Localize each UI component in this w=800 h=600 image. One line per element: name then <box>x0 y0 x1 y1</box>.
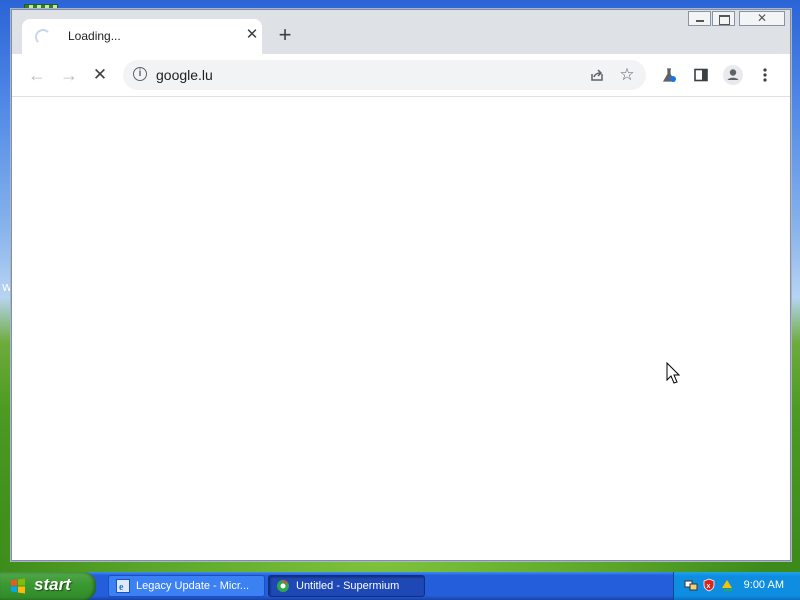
taskbar-item-supermium[interactable]: Untitled - Supermium <box>268 575 425 597</box>
start-button[interactable]: start <box>0 572 96 600</box>
security-shield-icon[interactable]: x <box>702 578 716 592</box>
minimize-button[interactable] <box>688 11 711 26</box>
tab-close-icon[interactable]: ✕ <box>244 27 260 43</box>
minimize-icon <box>689 12 710 25</box>
close-icon: ✕ <box>756 11 768 25</box>
tab-title: Loading... <box>68 29 121 43</box>
labs-flask-icon[interactable] <box>657 63 681 87</box>
menu-kebab-icon[interactable] <box>753 63 777 87</box>
close-window-button[interactable]: ✕ <box>739 11 785 26</box>
mouse-cursor-icon <box>666 361 681 389</box>
bookmark-star-icon[interactable]: ☆ <box>616 63 638 87</box>
taskbar-item-label: Legacy Update - Micr... <box>136 580 250 592</box>
side-panel-icon[interactable] <box>689 63 713 87</box>
address-url[interactable]: google.lu <box>156 67 213 83</box>
new-tab-button[interactable]: + <box>274 24 296 47</box>
share-icon[interactable] <box>586 63 608 87</box>
page-content[interactable] <box>12 97 790 560</box>
svg-text:e: e <box>119 582 124 593</box>
browser-window: Loading... ✕ + ✕ ← → ✕ i google.lu ☆ <box>11 9 791 561</box>
maximize-icon <box>713 12 734 25</box>
address-bar[interactable]: i google.lu ☆ <box>123 60 646 90</box>
profile-icon[interactable] <box>721 63 745 87</box>
svg-text:x: x <box>707 583 711 590</box>
loading-spinner-icon <box>35 29 51 45</box>
network-icon[interactable] <box>684 578 698 592</box>
maximize-button[interactable] <box>712 11 735 26</box>
windows-logo-icon <box>11 578 25 594</box>
clock[interactable]: 9:00 AM <box>744 579 784 591</box>
back-button[interactable]: ← <box>25 63 49 87</box>
taskbar-item-legacy-update[interactable]: e Legacy Update - Micr... <box>108 575 265 597</box>
site-info-icon[interactable]: i <box>133 67 147 81</box>
tab-active[interactable]: Loading... ✕ <box>22 19 262 54</box>
taskbar-item-label: Untitled - Supermium <box>296 580 400 592</box>
taskbar: start e Legacy Update - Micr... Untitled… <box>0 572 800 600</box>
forward-button[interactable]: → <box>57 63 81 87</box>
windows-update-icon[interactable] <box>720 578 734 592</box>
tab-strip: Loading... ✕ + ✕ <box>12 10 790 54</box>
start-label: start <box>34 575 71 594</box>
supermium-browser-icon <box>277 580 289 592</box>
stop-loading-button[interactable]: ✕ <box>88 63 112 87</box>
system-tray: x 9:00 AM <box>673 572 800 600</box>
internet-explorer-icon: e <box>116 579 130 593</box>
browser-toolbar: ← → ✕ i google.lu ☆ <box>12 54 790 97</box>
